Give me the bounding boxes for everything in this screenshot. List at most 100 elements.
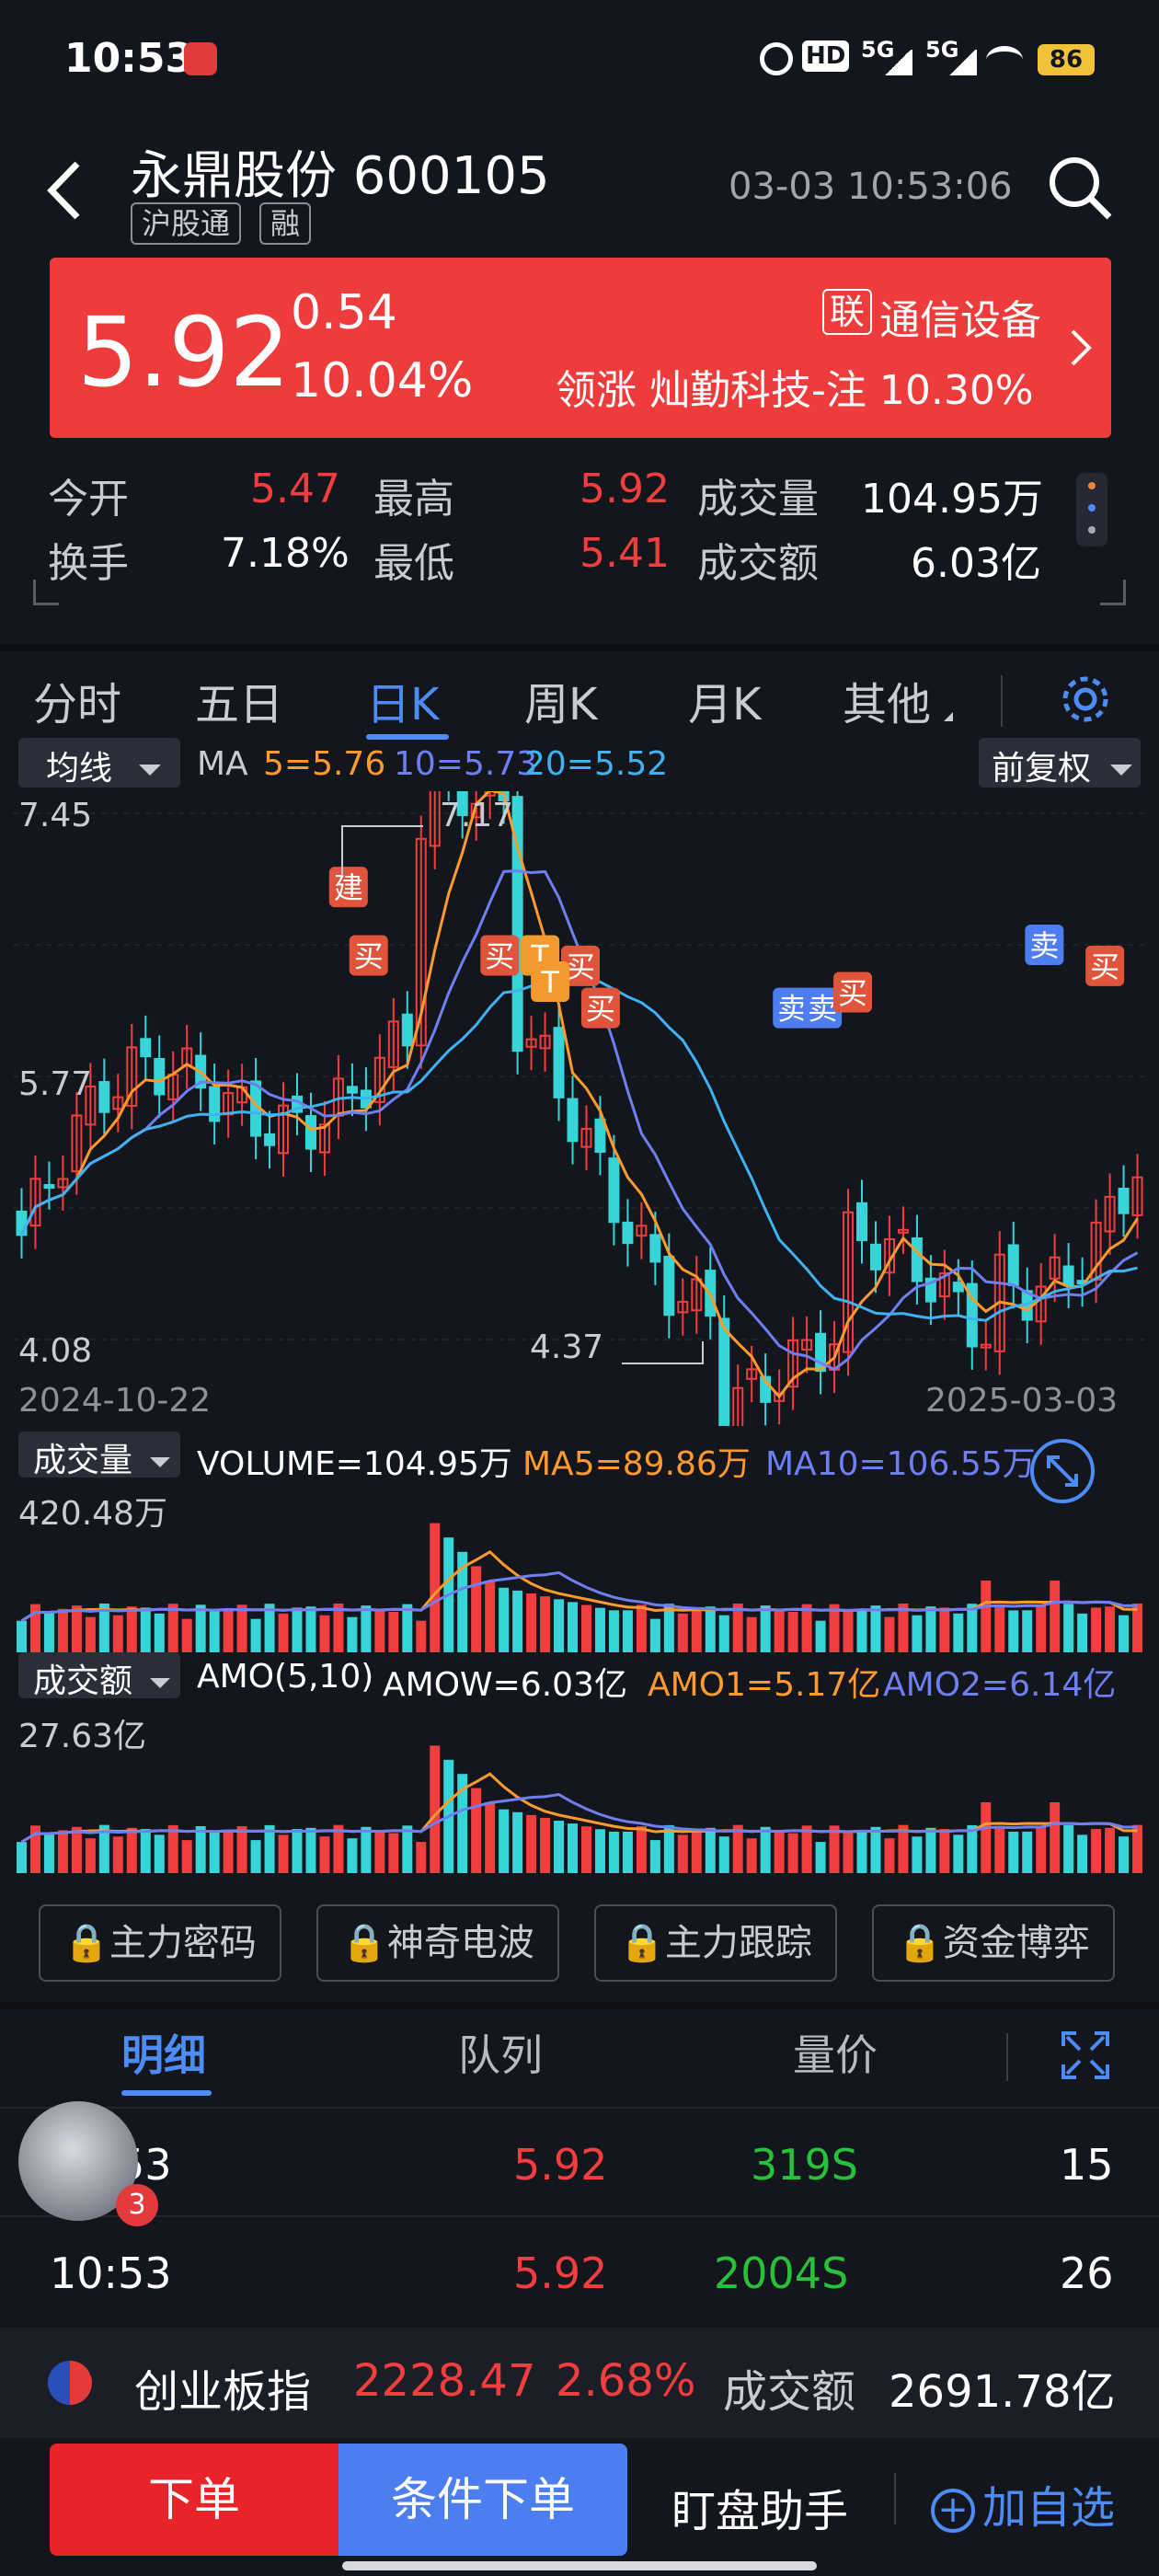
y-axis-mid: 5.77 (18, 1065, 93, 1103)
lock-button-label: 主力跟踪 (664, 1922, 812, 1964)
volume-panel[interactable]: 成交量 VOLUME=104.95万 MA5=89.86万 MA10=106.5… (0, 1426, 1159, 1652)
volume-selector[interactable]: 成交量 (18, 1432, 180, 1479)
sector-leader[interactable]: 领涨 灿勤科技-注 10.30% (556, 357, 1034, 416)
candle-body (608, 1157, 620, 1224)
amount-bar (994, 1825, 1005, 1873)
amount-bar (57, 1830, 68, 1873)
amount-bar (760, 1826, 771, 1873)
amount-bar (622, 1831, 633, 1873)
volume-bar (416, 1620, 427, 1652)
candle-body (649, 1234, 661, 1263)
amount-chart[interactable] (0, 1704, 1159, 1873)
volume-bar (815, 1620, 826, 1652)
index-ticker[interactable]: 创业板指 2228.47 2.68% 成交额 2691.78亿 (0, 2328, 1159, 2438)
trade-count: 26 (1060, 2248, 1114, 2298)
lock-button-fund-game[interactable]: 🔒资金博弈 (872, 1904, 1115, 1982)
back-arrow-icon[interactable] (42, 158, 88, 223)
amount-bar (1132, 1824, 1142, 1873)
candle-body (718, 1317, 730, 1426)
trade-marker-label: 卖 (808, 992, 837, 1027)
amount-bar (471, 1788, 482, 1873)
index-amount: 2691.78亿 (889, 2366, 1116, 2418)
candle-body (304, 1115, 316, 1150)
trade-marker-label: 卖 (777, 992, 807, 1027)
trade-row: 10:53 5.92 319S 15 (0, 2107, 1159, 2215)
fullscreen-icon[interactable] (1060, 2030, 1111, 2081)
amount-bar (677, 1834, 688, 1873)
trade-marker-label: 买 (485, 938, 514, 973)
tab-intraday[interactable]: 分时 (33, 668, 121, 732)
volume-selector-label: 成交量 (33, 1442, 133, 1479)
amount-bar (912, 1836, 923, 1873)
amount-indicator-label: AMO(5,10) (197, 1658, 374, 1696)
amount-selector[interactable]: 成交额 (18, 1652, 180, 1700)
tab-volume-price[interactable]: 量价 (793, 2022, 878, 2083)
amount-bar (568, 1823, 578, 1873)
watch-helper-button[interactable]: 盯盘助手 (671, 2475, 848, 2539)
wifi-icon (986, 46, 1023, 74)
amount-bar (746, 1838, 757, 1873)
trade-marker-label: 买 (586, 992, 615, 1027)
candle-body (43, 1184, 55, 1190)
price-change-pct: 10.04% (291, 353, 474, 408)
date-start: 2024-10-22 (18, 1382, 212, 1420)
min-leader-line (622, 1341, 704, 1364)
amount-bar (649, 1840, 660, 1873)
volume-bar (319, 1615, 330, 1652)
amount-bar (499, 1809, 510, 1873)
amount-bar (126, 1827, 137, 1873)
search-icon[interactable] (1045, 153, 1115, 223)
amount-amo1: AMO1=5.17亿 (648, 1666, 881, 1704)
quote-banner[interactable]: 5.92 0.54 10.04% 联 通信设备 领涨 灿勤科技-注 10.30% (50, 258, 1111, 438)
lock-button-magic-wave[interactable]: 🔒神奇电波 (316, 1904, 559, 1982)
amount-amo2: AMO2=6.14亿 (883, 1666, 1117, 1704)
trade-marker-label: 建 (334, 870, 363, 905)
low-value: 5.41 (580, 530, 670, 577)
tab-monthly-k[interactable]: 月K (688, 668, 761, 732)
tab-daily-k[interactable]: 日K (366, 668, 439, 732)
stock-header: 永鼎股份 600105 沪股通 融 03-03 10:53:06 (0, 120, 1159, 258)
amount-bar (554, 1821, 565, 1873)
volume-chart[interactable] (0, 1481, 1159, 1652)
amount-bar (939, 1829, 950, 1873)
ma-selector[interactable]: 均线 (18, 738, 180, 788)
volume-bar (994, 1604, 1005, 1652)
add-watchlist-button[interactable]: + 加自选 (931, 2471, 1115, 2536)
volume-bar (705, 1606, 716, 1652)
amount-bar (43, 1833, 54, 1873)
tab-other[interactable]: 其他 (843, 668, 931, 732)
volume-bar (17, 1620, 27, 1652)
floating-assistant-avatar[interactable]: 3 (15, 2092, 158, 2248)
volume-bar (292, 1607, 303, 1652)
order-button[interactable]: 下单 (50, 2444, 339, 2556)
volume-bar (236, 1604, 247, 1652)
volume-bar (884, 1616, 895, 1652)
sector-name[interactable]: 通信设备 (879, 287, 1041, 346)
price-change: 0.54 (291, 285, 397, 340)
bottom-divider (894, 2473, 896, 2524)
more-dots-icon[interactable] (1076, 473, 1107, 546)
lock-button-main-tracking[interactable]: 🔒主力跟踪 (594, 1904, 837, 1982)
amount-bar (691, 1829, 702, 1873)
lock-button-main-code[interactable]: 🔒主力密码 (39, 1904, 281, 1982)
tab-five-day[interactable]: 五日 (195, 668, 283, 732)
candle-body (663, 1256, 675, 1317)
volume-label: 成交量 (697, 476, 819, 523)
kline-panel[interactable]: 均线 MA 5=5.76 10=5.73 20=5.52 前复权 建买买T买T买… (0, 736, 1159, 1426)
chevron-right-icon[interactable] (1067, 326, 1095, 370)
tab-queue[interactable]: 队列 (458, 2022, 543, 2083)
trade-marker-label: 买 (354, 938, 384, 973)
settings-gear-icon[interactable] (1058, 672, 1113, 727)
volume-ma10: MA10=106.55万 (765, 1445, 1036, 1483)
tab-weekly-k[interactable]: 周K (524, 668, 597, 732)
tab-detail[interactable]: 明细 (121, 2022, 206, 2083)
adjust-selector[interactable]: 前复权 (979, 738, 1141, 788)
volume-bar (691, 1607, 702, 1652)
lock-button-label: 资金博弈 (942, 1922, 1090, 1964)
amount-panel[interactable]: 成交额 AMO(5,10) AMOW=6.03亿 AMO1=5.17亿 AMO2… (0, 1652, 1159, 1873)
candle-body (140, 1038, 152, 1058)
volume-bar (981, 1581, 992, 1652)
trade-volume: 319S (751, 2140, 858, 2190)
conditional-order-button[interactable]: 条件下单 (339, 2444, 627, 2556)
volume-bar (140, 1607, 151, 1652)
